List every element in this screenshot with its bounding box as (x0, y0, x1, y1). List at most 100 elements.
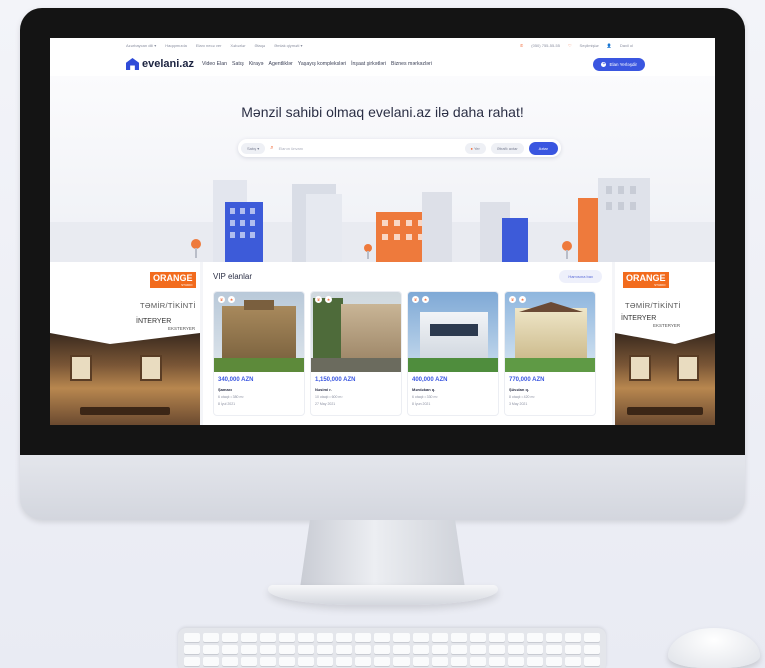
language-select[interactable]: Azərbaycan dili ▾ (126, 43, 156, 48)
listing-date: 8 İyun 2021 (412, 402, 431, 406)
keyboard-key (507, 633, 524, 642)
advanced-search-button[interactable]: Ətraflı axtar (490, 142, 524, 154)
vip-listings-panel: VIP elanlar Hamısına bax ♛ ★ 340,000 AZN… (203, 262, 612, 425)
banner-line-renovation: TƏMİR/TİKİNTİ (625, 301, 681, 310)
keyboard-key (241, 657, 258, 666)
listing-photo: ♛ ★ (214, 292, 304, 372)
vip-crown-icon: ♛ (315, 296, 322, 303)
hero-title: Mənzil sahibi olmaq evelani.az ilə daha … (241, 104, 524, 120)
keyboard-key (355, 657, 372, 666)
phone-number[interactable]: (050) 755-55-55 (531, 43, 560, 48)
listing-card[interactable]: ♛ ★ 1,150,000 AZN Nəsimi r. 10 otaqlı • 6… (310, 291, 402, 416)
star-icon: ★ (422, 296, 429, 303)
keyboard-key (545, 633, 562, 642)
keyboard-key (488, 633, 505, 642)
keyboard-key (222, 645, 239, 654)
category-select[interactable]: Satış ▾ (241, 142, 266, 154)
see-all-button[interactable]: Hamısına bax (559, 270, 602, 283)
keyboard-key (469, 645, 486, 654)
keyboard-key (279, 633, 296, 642)
vip-header: VIP elanlar Hamısına bax (213, 270, 602, 283)
topbar-link-contact[interactable]: Əlaqə (255, 43, 266, 48)
mouse (668, 628, 760, 668)
topbar-link-news[interactable]: Xəbərlər (230, 43, 245, 48)
search-icon: ⌕ (270, 144, 274, 151)
keyboard-key (507, 645, 524, 654)
keyboard (178, 628, 606, 668)
listing-card[interactable]: ♛ ★ 400,000 AZN Mərdəkan q. 6 otaqlı • 33… (407, 291, 499, 416)
ad-banner-left[interactable]: ORANGE STUDIO TƏMİR/TİKİNTİ İNTERYER EKST… (50, 262, 200, 425)
listing-photo: ♛ ★ (311, 292, 401, 372)
interior-photo (615, 333, 715, 425)
listing-card[interactable]: ♛ ★ 340,000 AZN Şamaxı 6 otaqlı • 380 m² … (213, 291, 305, 416)
keyboard-key (241, 633, 258, 642)
browser-screen: Azərbaycan dili ▾ Haqqımızda Elanı necə … (50, 38, 715, 425)
keyboard-key (431, 657, 448, 666)
user-icon: 👤 (606, 42, 612, 48)
star-icon: ★ (325, 296, 332, 303)
nav-item-business[interactable]: Biznes mərkəzləri (391, 61, 432, 67)
main-navbar: evelani.az Video Elan Satış Kirayə Agent… (50, 52, 715, 76)
post-ad-button[interactable]: + Elan Yerləşdir (593, 57, 645, 71)
topbar-link-how-to-post[interactable]: Elanı necə ver (196, 43, 222, 48)
listing-photo: ♛ ★ (505, 292, 595, 372)
monitor-chin (20, 455, 745, 520)
listing-location: Şüvəlan q. (509, 387, 530, 392)
site-logo[interactable]: evelani.az (126, 58, 194, 70)
keyboard-key (184, 633, 201, 642)
keyboard-key (279, 645, 296, 654)
ad-banner-right[interactable]: ORANGE STUDIO TƏMİR/TİKİNTİ İNTERYER EKST… (615, 262, 715, 425)
location-label: Yer (474, 145, 480, 151)
keyboard-key (203, 633, 220, 642)
keyboard-key (526, 645, 543, 654)
keyboard-key (393, 657, 410, 666)
keyboard-key (564, 633, 581, 642)
nav-item-construction[interactable]: İnşaat şirkətləri (351, 61, 386, 67)
monitor-stand-neck (300, 520, 465, 588)
location-select[interactable]: ● Yer (464, 142, 486, 154)
keyboard-key (298, 633, 315, 642)
keyboard-key (583, 645, 600, 654)
keyboard-key (450, 633, 467, 642)
plus-icon: + (601, 60, 607, 67)
monitor: Azərbaycan dili ▾ Haqqımızda Elanı necə … (20, 8, 745, 520)
listing-card[interactable]: ♛ ★ 770,000 AZN Şüvəlan q. 8 otaqlı • 420… (504, 291, 596, 416)
keyboard-key (564, 645, 581, 654)
keyboard-key (412, 633, 429, 642)
nav-item-residential[interactable]: Yaşayış kompleksləri (298, 61, 346, 67)
keyboard-key (203, 657, 220, 666)
login-link[interactable]: Daxil ol (620, 43, 633, 48)
banner-line-exterior: EKSTERYER (168, 326, 196, 331)
keyboard-key (336, 633, 353, 642)
keyboard-key (241, 645, 258, 654)
keyboard-key (317, 633, 334, 642)
keyboard-key (412, 645, 429, 654)
keyboard-key (545, 645, 562, 654)
search-input[interactable]: Elanın ünvanı (279, 146, 460, 151)
listing-meta: 8 otaqlı • 420 m² (509, 395, 535, 399)
favorites-link[interactable]: Seçilmişlər (580, 43, 599, 48)
topbar-right: ✆ (050) 755-55-55 ♡ Seçilmişlər 👤 Daxil … (520, 43, 633, 48)
keyboard-key (222, 657, 239, 666)
topbar-link-about[interactable]: Haqqımızda (165, 43, 187, 48)
keyboard-key (393, 633, 410, 642)
topbar-link-property-price[interactable]: Əmlak qiyməti ▾ (274, 43, 302, 48)
listing-location: Şamaxı (218, 387, 233, 392)
keyboard-key (469, 633, 486, 642)
keyboard-key (260, 645, 277, 654)
keyboard-key (260, 657, 277, 666)
nav-item-agencies[interactable]: Agentliklər (269, 61, 293, 67)
keyboard-key (393, 645, 410, 654)
keyboard-key (488, 657, 505, 666)
topbar-links: Azərbaycan dili ▾ Haqqımızda Elanı necə … (126, 43, 302, 48)
nav-item-sale[interactable]: Satış (232, 61, 244, 67)
nav-item-video[interactable]: Video Elan (202, 61, 227, 67)
monitor-bezel: Azərbaycan dili ▾ Haqqımızda Elanı necə … (20, 8, 745, 455)
nav-item-rent[interactable]: Kirayə (249, 61, 264, 67)
banner-line-exterior: EKSTERYER (653, 323, 681, 328)
keyboard-key (298, 645, 315, 654)
search-submit-button[interactable]: Axtar (528, 141, 558, 155)
vip-cards: ♛ ★ 340,000 AZN Şamaxı 6 otaqlı • 380 m² … (213, 291, 602, 416)
vip-title: VIP elanlar (213, 272, 252, 281)
star-icon: ★ (519, 296, 526, 303)
